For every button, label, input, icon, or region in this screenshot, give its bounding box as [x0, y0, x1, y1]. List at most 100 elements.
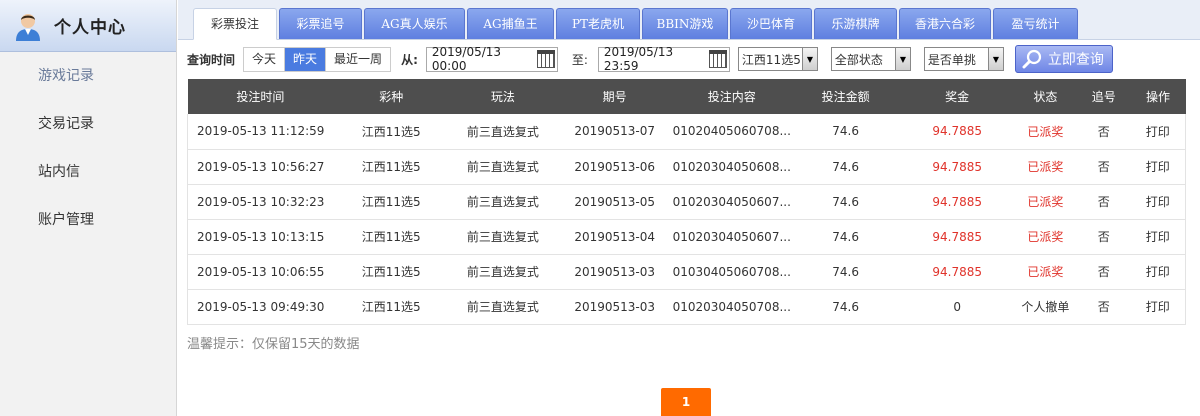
query-submit-button[interactable]: 立即查询 [1014, 45, 1113, 73]
to-label: 至: [571, 52, 588, 67]
chase-cell: 否 [1076, 219, 1131, 255]
prize-cell: 94.7885 [900, 254, 1014, 290]
tab-pt-slots[interactable]: PT老虎机 [556, 8, 640, 39]
sidebar: 个人中心 游戏记录 交易记录 站内信 账户管理 [0, 0, 177, 416]
bet-content-cell[interactable]: 01020304050608... [672, 149, 791, 185]
issue-number-cell: 20190513-05 [556, 184, 673, 220]
print-link[interactable]: 打印 [1130, 219, 1186, 255]
lottery-select-value: 江西11选5 [741, 52, 801, 67]
main-content: 彩票投注 彩票追号 AG真人娱乐 AG捕鱼王 PT老虎机 BBIN游戏 沙巴体育… [178, 0, 1200, 416]
to-date-input[interactable]: 2019/05/13 23:59 [597, 45, 730, 73]
lottery-select[interactable]: 江西11选5 ▼ [737, 47, 818, 71]
bet-amount-cell: 74.6 [790, 219, 901, 255]
prize-cell: 94.7885 [900, 149, 1014, 185]
bet-time-cell: 2019-05-13 10:32:23 [187, 184, 334, 220]
calendar-icon[interactable] [709, 50, 727, 68]
from-label: 从: [401, 52, 418, 67]
bet-records-table: 投注时间 彩种 玩法 期号 投注内容 投注金额 奖金 状态 追号 操作 2019-05-13 11… [187, 79, 1186, 325]
print-link[interactable]: 打印 [1130, 254, 1186, 290]
status-cell: 已派奖 [1013, 114, 1077, 150]
search-icon [1022, 49, 1042, 69]
last-week-button[interactable]: 最近一周 [326, 47, 391, 71]
query-submit-label: 立即查询 [1047, 52, 1104, 68]
sidebar-item-account[interactable]: 账户管理 [0, 196, 176, 244]
table-row: 2019-05-13 10:56:27 江西11选5 前三直选复式 20190513-… [187, 149, 1186, 185]
bet-amount-cell: 74.6 [790, 254, 901, 290]
bet-content-cell[interactable]: 01020304050708... [672, 289, 791, 325]
today-button[interactable]: 今天 [244, 47, 286, 71]
user-avatar-icon [14, 11, 42, 41]
play-method-cell: 前三直选复式 [449, 114, 557, 150]
play-method-cell: 前三直选复式 [449, 254, 557, 290]
print-link[interactable]: 打印 [1130, 149, 1186, 185]
bet-content-cell[interactable]: 01020304050607... [672, 219, 791, 255]
status-cell: 已派奖 [1013, 219, 1077, 255]
bet-amount-cell: 74.6 [790, 289, 901, 325]
chevron-down-icon: ▼ [801, 48, 817, 70]
from-date-value: 2019/05/13 00:00 [431, 45, 502, 73]
lottery-type-cell: 江西11选5 [333, 289, 450, 325]
tab-ag-live[interactable]: AG真人娱乐 [364, 8, 465, 39]
sidebar-header: 个人中心 [0, 0, 176, 52]
tab-profit-loss[interactable]: 盈亏统计 [993, 8, 1078, 39]
issue-number-cell: 20190513-07 [556, 114, 673, 150]
sidebar-item-transaction-records[interactable]: 交易记录 [0, 100, 176, 148]
column-header: 期号 [556, 79, 673, 114]
play-method-cell: 前三直选复式 [449, 184, 557, 220]
lottery-type-cell: 江西11选5 [333, 219, 450, 255]
table-row: 2019-05-13 09:49:30 江西11选5 前三直选复式 20190513-… [187, 289, 1186, 325]
print-link[interactable]: 打印 [1130, 289, 1186, 325]
bet-content-cell[interactable]: 01020304050607... [672, 184, 791, 220]
bet-content-cell[interactable]: 01030405060708... [672, 254, 791, 290]
tab-saba-sports[interactable]: 沙巴体育 [730, 8, 812, 39]
lottery-type-cell: 江西11选5 [333, 254, 450, 290]
page-button-current[interactable]: 1 [661, 388, 711, 416]
single-bet-select-value: 是否单挑 [927, 52, 976, 67]
lottery-type-cell: 江西11选5 [333, 149, 450, 185]
sidebar-item-game-records[interactable]: 游戏记录 [0, 52, 176, 100]
tab-leyou-chess[interactable]: 乐游棋牌 [814, 8, 897, 39]
column-header: 玩法 [449, 79, 557, 114]
sidebar-item-messages[interactable]: 站内信 [0, 148, 176, 196]
sidebar-title: 个人中心 [54, 18, 126, 38]
column-header: 彩种 [333, 79, 450, 114]
print-link[interactable]: 打印 [1130, 184, 1186, 220]
issue-number-cell: 20190513-03 [556, 254, 673, 290]
column-header: 操作 [1130, 79, 1186, 114]
status-select[interactable]: 全部状态 ▼ [830, 47, 911, 71]
chase-cell: 否 [1076, 149, 1131, 185]
prize-cell: 94.7885 [900, 114, 1014, 150]
table-header-row: 投注时间 彩种 玩法 期号 投注内容 投注金额 奖金 状态 追号 操作 [187, 79, 1186, 114]
bet-time-cell: 2019-05-13 11:12:59 [187, 114, 334, 150]
column-header: 投注金额 [790, 79, 901, 114]
status-cell: 已派奖 [1013, 149, 1077, 185]
tab-lottery-bets[interactable]: 彩票投注 [193, 8, 277, 40]
play-method-cell: 前三直选复式 [449, 289, 557, 325]
bet-content-cell[interactable]: 01020405060708... [672, 114, 791, 150]
tab-bbin-games[interactable]: BBIN游戏 [642, 8, 728, 39]
yesterday-button[interactable]: 昨天 [285, 47, 327, 71]
column-header: 投注内容 [672, 79, 791, 114]
bet-amount-cell: 74.6 [790, 184, 901, 220]
from-date-input[interactable]: 2019/05/13 00:00 [425, 45, 558, 73]
single-bet-select[interactable]: 是否单挑 ▼ [923, 47, 1004, 71]
query-time-label: 查询时间 [187, 52, 236, 67]
prize-cell: 0 [900, 289, 1014, 325]
tab-ag-fishing[interactable]: AG捕鱼王 [467, 8, 554, 39]
lottery-type-cell: 江西11选5 [333, 184, 450, 220]
table-row: 2019-05-13 10:06:55 江西11选5 前三直选复式 20190513-… [187, 254, 1186, 290]
bet-time-cell: 2019-05-13 10:13:15 [187, 219, 334, 255]
table-row: 2019-05-13 10:13:15 江西11选5 前三直选复式 20190513-… [187, 219, 1186, 255]
status-cell: 已派奖 [1013, 254, 1077, 290]
query-bar: 查询时间 今天 昨天 最近一周 从: 2019/05/13 00:00 至: 2… [187, 45, 1113, 73]
print-link[interactable]: 打印 [1130, 114, 1186, 150]
chase-cell: 否 [1076, 254, 1131, 290]
table-row: 2019-05-13 10:32:23 江西11选5 前三直选复式 20190513-… [187, 184, 1186, 220]
bet-amount-cell: 74.6 [790, 114, 901, 150]
tab-lottery-chase[interactable]: 彩票追号 [279, 8, 362, 39]
calendar-icon[interactable] [537, 50, 555, 68]
lottery-type-cell: 江西11选5 [333, 114, 450, 150]
chase-cell: 否 [1076, 114, 1131, 150]
play-method-cell: 前三直选复式 [449, 149, 557, 185]
tab-hk-mark-six[interactable]: 香港六合彩 [899, 8, 991, 39]
